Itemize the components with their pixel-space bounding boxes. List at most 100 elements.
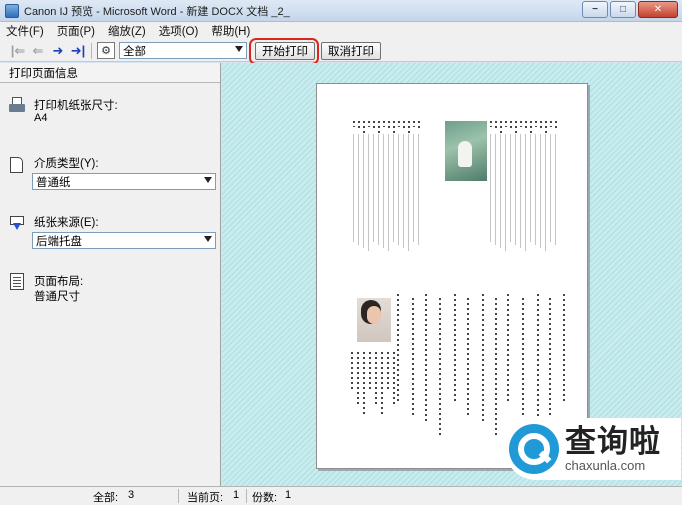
preview-text-column (353, 121, 355, 127)
page-layout-icon (8, 273, 28, 293)
paper-source-select[interactable]: 后端托盘 (32, 232, 216, 249)
prev-page-icon[interactable]: ⇐ (28, 43, 48, 59)
preview-text-column (545, 121, 547, 133)
preview-text-column (388, 134, 389, 251)
copies-value: 1 (285, 489, 292, 501)
page-range-select[interactable]: 全部 (119, 42, 247, 59)
preview-text-column (403, 134, 404, 248)
dropdown-arrow-icon (204, 236, 212, 242)
page-layout-value: 普通尺寸 (34, 291, 80, 303)
settings-icon[interactable]: ⚙ (97, 42, 115, 59)
preview-text-column (381, 352, 383, 416)
page-layout-block: 页面布局: 普通尺寸 (8, 273, 213, 309)
status-divider (178, 489, 179, 503)
preview-text-column (369, 352, 371, 392)
preview-text-column (358, 134, 359, 245)
watermark-cn: 查询啦 (565, 424, 661, 459)
page-top-half (317, 84, 589, 274)
preview-text-column (357, 352, 359, 404)
panel-title: 打印页面信息 (0, 63, 220, 83)
media-type-label: 介质类型(Y): (34, 158, 99, 170)
preview-text-column (387, 352, 389, 392)
preview-text-column (540, 121, 542, 130)
menu-options[interactable]: 选项(O) (159, 23, 199, 39)
preview-text-column (425, 294, 427, 424)
preview-text-column (397, 294, 399, 404)
preview-text-column (525, 121, 527, 130)
preview-text-column (408, 134, 409, 251)
media-type-block: 介质类型(Y): 普通纸 (8, 155, 216, 195)
preview-text-column (537, 294, 539, 424)
last-page-icon[interactable]: ➜| (68, 43, 88, 59)
total-pages-value: 3 (128, 489, 135, 501)
cancel-print-button[interactable]: 取消打印 (321, 41, 381, 60)
paper-source-icon (8, 214, 28, 234)
window-controls: − □ ✕ (580, 1, 678, 18)
preview-text-column (393, 352, 395, 404)
preview-text-column (495, 134, 496, 245)
preview-text-column (353, 134, 354, 242)
print-info-panel: 打印页面信息 打印机纸张尺寸: A4 介质类型(Y): 普通纸 纸张来源(E):… (0, 63, 221, 486)
menu-file[interactable]: 文件(F) (6, 23, 44, 39)
dropdown-arrow-icon (235, 46, 243, 52)
menu-help[interactable]: 帮助(H) (211, 23, 250, 39)
preview-text-column (368, 121, 370, 127)
preview-text-column (555, 134, 556, 245)
preview-text-column (540, 134, 541, 248)
page-range-value: 全部 (123, 45, 146, 58)
preview-text-column (388, 121, 390, 130)
preview-text-column (373, 121, 375, 130)
preview-text-column (545, 134, 546, 251)
watermark-en: chaxunla.com (565, 458, 646, 473)
preview-text-column (522, 298, 524, 418)
preview-text-column (418, 134, 419, 245)
preview-text-column (351, 352, 353, 392)
preview-text-column (510, 121, 512, 130)
preview-text-column (500, 121, 502, 133)
preview-text-column (550, 121, 552, 127)
minimize-button[interactable]: − (582, 1, 608, 18)
menu-page[interactable]: 页面(P) (57, 23, 95, 39)
preview-text-column (408, 121, 410, 133)
preview-text-column (515, 134, 516, 245)
paper-size-value: A4 (34, 112, 48, 124)
first-page-icon[interactable]: |⇐ (8, 43, 28, 59)
preview-text-column (403, 121, 405, 130)
preview-text-column (563, 294, 565, 404)
preview-text-column (530, 121, 532, 133)
paper-source-label: 纸张来源(E): (34, 217, 99, 229)
status-bar: 全部: 3 当前页: 1 份数: 1 (0, 486, 682, 505)
preview-text-column (520, 134, 521, 248)
title-bar: Canon IJ 预览 - Microsoft Word - 新建 DOCX 文… (0, 0, 682, 22)
next-page-icon[interactable]: ➜ (48, 43, 68, 59)
preview-text-column (510, 134, 511, 242)
preview-text-column (515, 121, 517, 133)
window-title: Canon IJ 预览 - Microsoft Word - 新建 DOCX 文… (24, 5, 290, 18)
preview-text-column (549, 298, 551, 438)
preview-text-column (500, 134, 501, 248)
preview-text-column (398, 121, 400, 127)
media-type-select[interactable]: 普通纸 (32, 173, 216, 190)
preview-text-column (439, 298, 441, 438)
preview-text-column (505, 134, 506, 251)
toolbar: |⇐ ⇐ ➜ ➜| ⚙ 全部 开始打印 取消打印 (0, 40, 682, 62)
preview-text-column (550, 134, 551, 242)
paper-size-label: 打印机纸张尺寸: (34, 100, 118, 112)
menu-zoom[interactable]: 缩放(Z) (108, 23, 146, 39)
preview-text-column (520, 121, 522, 127)
close-button[interactable]: ✕ (638, 1, 678, 18)
preview-text-column (375, 352, 377, 404)
current-page-value: 1 (233, 489, 240, 501)
preview-text-column (490, 134, 491, 242)
preview-text-column (495, 121, 497, 130)
preview-text-column (358, 121, 360, 130)
media-icon (8, 155, 28, 175)
preview-text-column (378, 121, 380, 133)
maximize-button[interactable]: □ (610, 1, 636, 18)
preview-text-column (393, 134, 394, 242)
preview-text-column (383, 121, 385, 127)
preview-text-column (413, 121, 415, 127)
toolbar-separator (91, 42, 92, 59)
page-layout-label: 页面布局: (34, 276, 84, 288)
copies-label: 份数: (252, 492, 278, 504)
